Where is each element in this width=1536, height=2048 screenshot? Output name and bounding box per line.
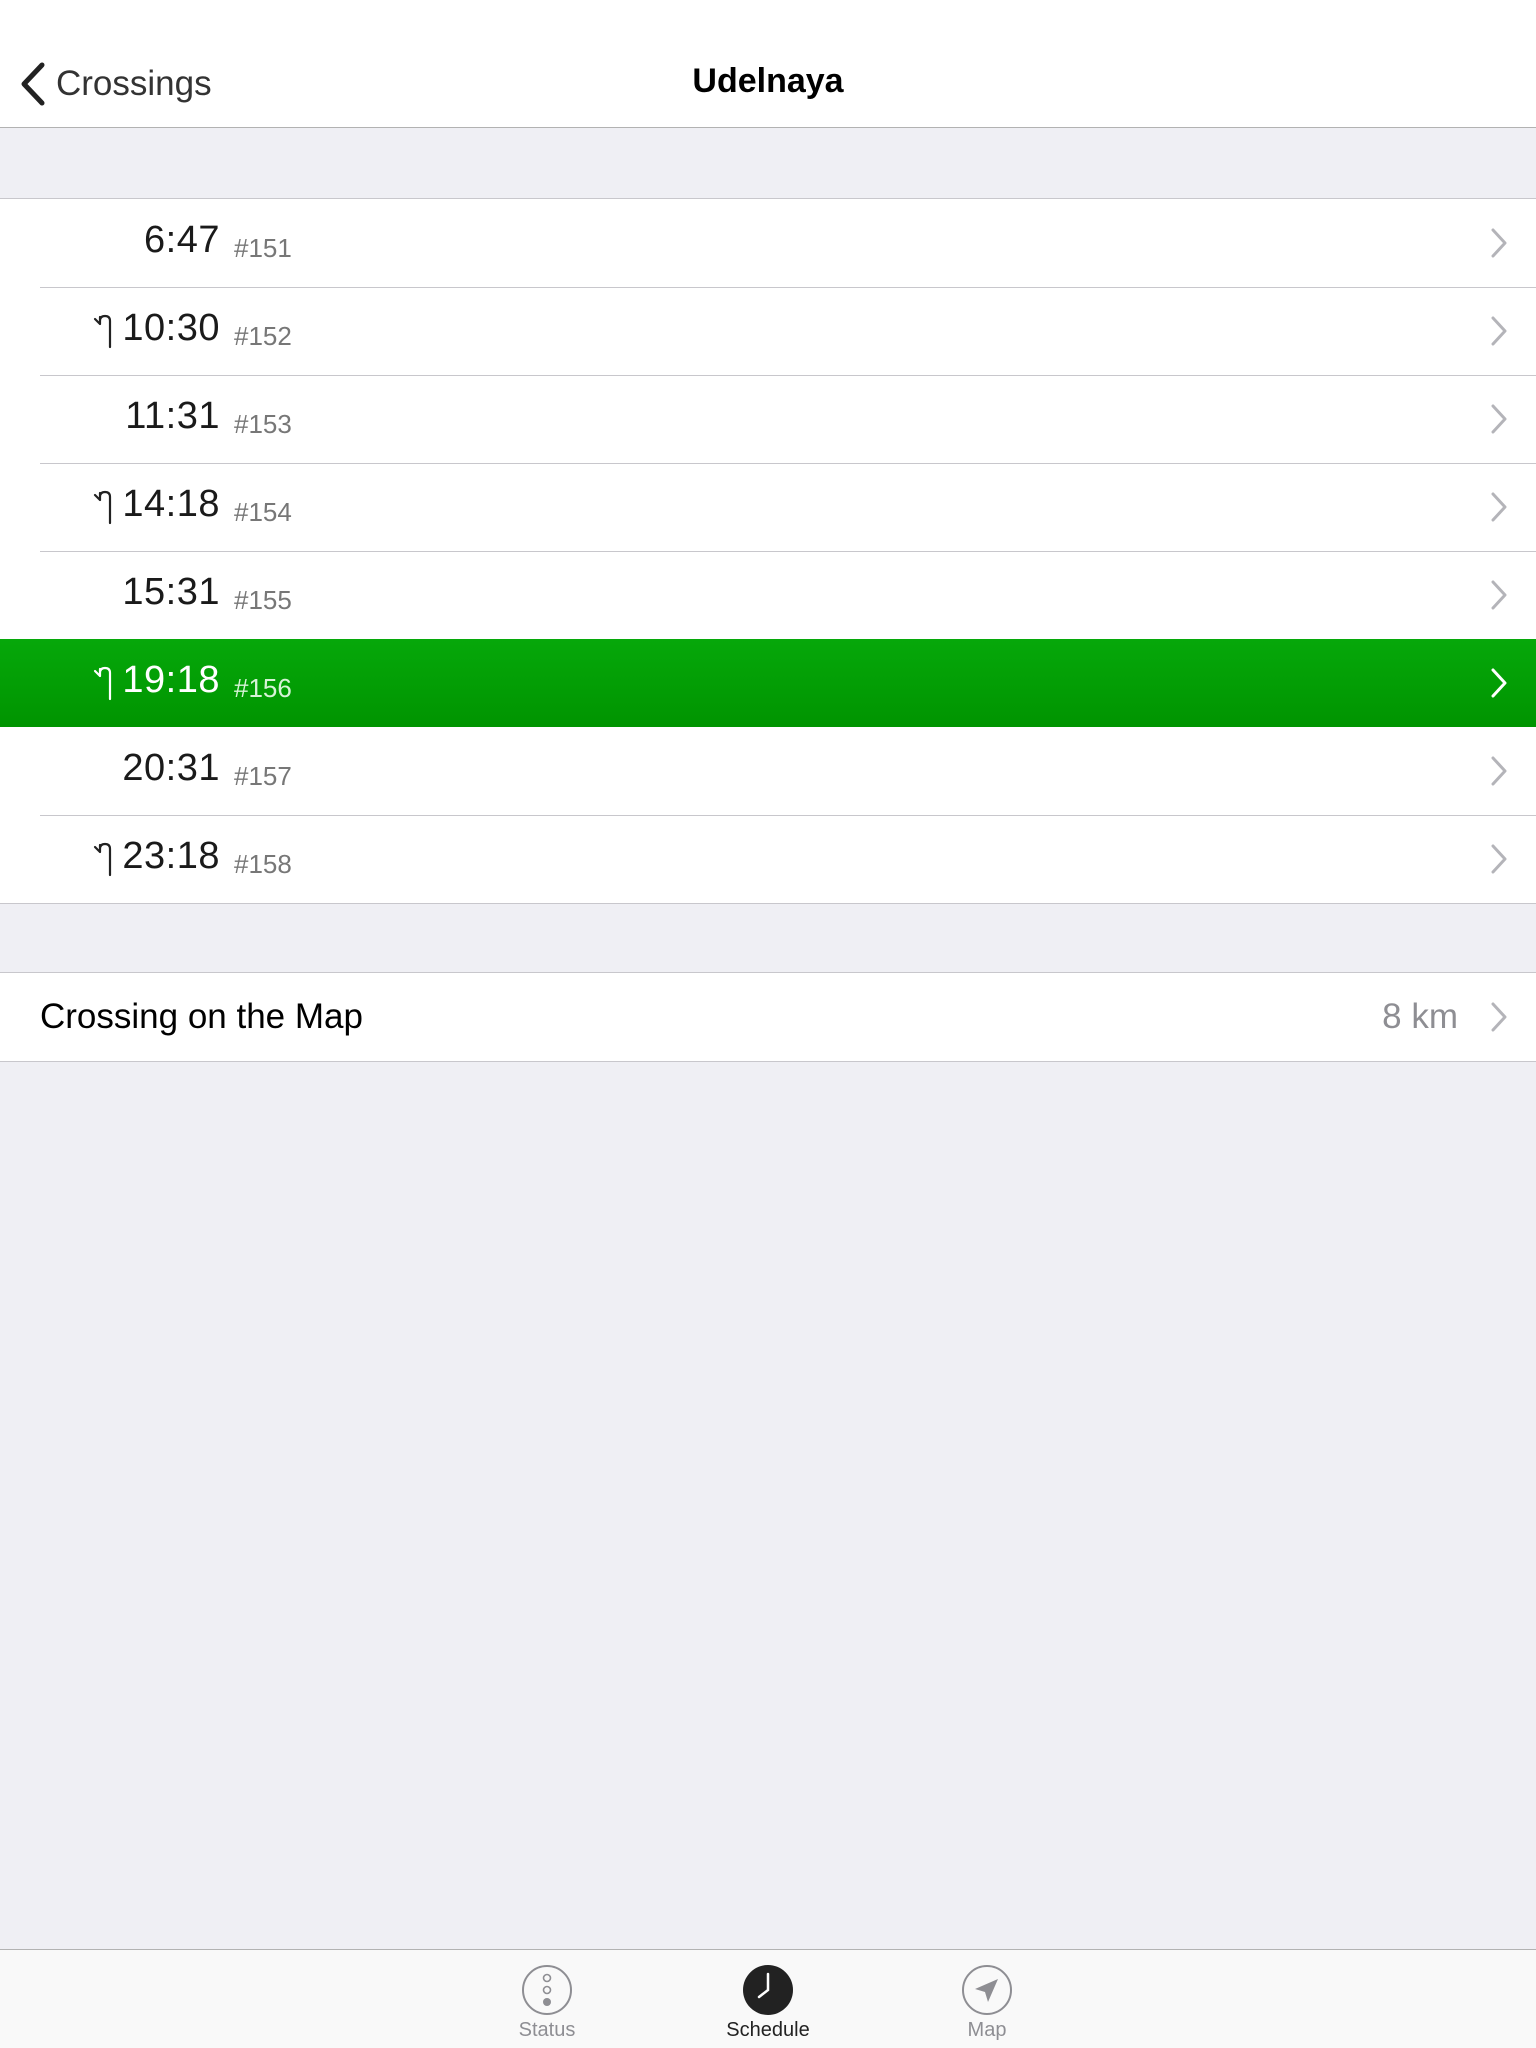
schedule-row-selected[interactable]: 19:18 #156 bbox=[0, 639, 1536, 727]
schedule-row[interactable]: 6:47 #151 bbox=[0, 199, 1536, 287]
clock-icon bbox=[743, 1965, 793, 2015]
crossing-on-map-label: Crossing on the Map bbox=[40, 997, 363, 1036]
departure-time: 14:18 bbox=[122, 483, 220, 525]
tab-map-label: Map bbox=[967, 2019, 1007, 2041]
train-number: #156 bbox=[234, 673, 292, 703]
departure-time: 6:47 bbox=[144, 219, 220, 261]
traffic-light-icon bbox=[522, 1965, 572, 2015]
departure-time: 20:31 bbox=[122, 747, 220, 789]
train-number: #158 bbox=[234, 849, 292, 879]
chevron-right-icon bbox=[1491, 1002, 1507, 1032]
train-number: #155 bbox=[234, 585, 292, 615]
distance-value: 8 km bbox=[1382, 997, 1458, 1036]
train-number: #151 bbox=[234, 233, 292, 263]
return-arrow-icon bbox=[93, 842, 112, 877]
chevron-right-icon bbox=[1491, 316, 1507, 346]
schedule-row[interactable]: 23:18 #158 bbox=[0, 815, 1536, 903]
departure-time: 10:30 bbox=[122, 307, 220, 349]
chevron-right-icon bbox=[1491, 404, 1507, 434]
map-section: Crossing on the Map 8 km bbox=[0, 972, 1536, 1062]
tab-schedule-label: Schedule bbox=[726, 2019, 810, 2041]
tab-status-label: Status bbox=[518, 2019, 576, 2041]
schedule-row[interactable]: 11:31 #153 bbox=[0, 375, 1536, 463]
train-number: #152 bbox=[234, 321, 292, 351]
departure-time: 23:18 bbox=[122, 835, 220, 877]
chevron-right-icon bbox=[1491, 580, 1507, 610]
departure-time: 19:18 bbox=[122, 659, 220, 701]
train-number: #153 bbox=[234, 409, 292, 439]
chevron-right-icon bbox=[1491, 844, 1507, 874]
schedule-table: 6:47 #151 10:30 #152 11:31 #153 14:18 #1… bbox=[0, 198, 1536, 904]
chevron-right-icon bbox=[1491, 492, 1507, 522]
departure-time: 11:31 bbox=[125, 395, 220, 437]
train-number: #157 bbox=[234, 761, 292, 791]
location-arrow-icon bbox=[962, 1965, 1012, 2015]
schedule-row[interactable]: 14:18 #154 bbox=[0, 463, 1536, 551]
tab-schedule[interactable]: Schedule bbox=[688, 1964, 848, 2042]
tab-map[interactable]: Map bbox=[907, 1964, 1067, 2042]
schedule-row[interactable]: 10:30 #152 bbox=[0, 287, 1536, 375]
chevron-right-icon bbox=[1491, 228, 1507, 258]
departure-time: 15:31 bbox=[122, 571, 220, 613]
chevron-right-icon bbox=[1491, 756, 1507, 786]
navigation-bar: Crossings Udelnaya bbox=[0, 0, 1536, 128]
schedule-row[interactable]: 15:31 #155 bbox=[0, 551, 1536, 639]
train-number: #154 bbox=[234, 497, 292, 527]
schedule-row[interactable]: 20:31 #157 bbox=[0, 727, 1536, 815]
page-title: Udelnaya bbox=[692, 62, 844, 100]
return-arrow-icon bbox=[93, 490, 112, 525]
tab-bar: Status Schedule Map bbox=[0, 1949, 1536, 2048]
chevron-right-icon bbox=[1491, 668, 1507, 698]
tab-status[interactable]: Status bbox=[467, 1964, 627, 2042]
crossing-on-map-row[interactable]: Crossing on the Map 8 km bbox=[0, 973, 1536, 1061]
return-arrow-icon bbox=[93, 666, 112, 701]
return-arrow-icon bbox=[93, 314, 112, 349]
